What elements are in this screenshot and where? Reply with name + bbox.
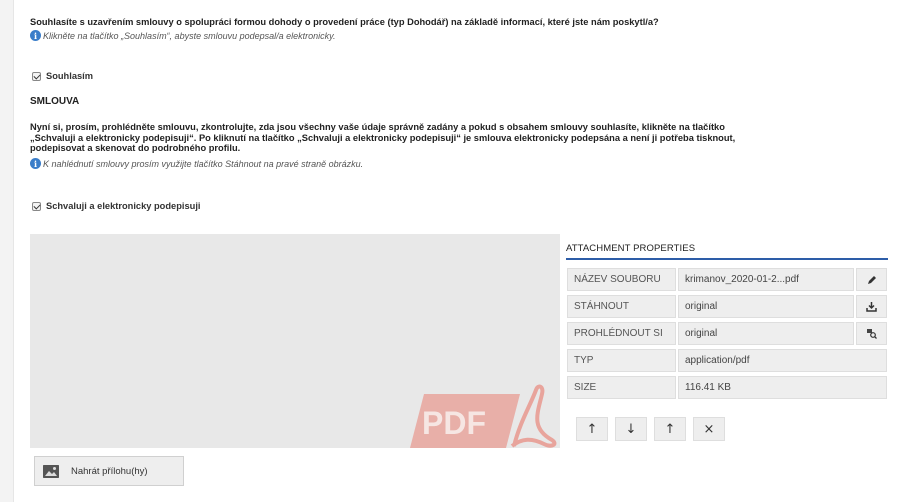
sign-checkbox[interactable] bbox=[32, 201, 41, 211]
prop-row-preview: PROHLÉDNOUT SI original bbox=[567, 322, 887, 345]
agree-checkbox[interactable] bbox=[32, 71, 41, 81]
agreement-question: Souhlasíte s uzavřením smlouvy o spolupr… bbox=[30, 17, 659, 27]
upload-attachment-button[interactable]: Nahrát přílohu(hy) bbox=[34, 456, 184, 486]
prop-row-type: TYP application/pdf bbox=[567, 349, 887, 372]
agree-label[interactable]: Souhlasím bbox=[46, 71, 93, 81]
attachment-properties: ATTACHMENT PROPERTIES NÁZEV SOUBORU krim… bbox=[560, 234, 906, 448]
preview-icon bbox=[867, 329, 877, 339]
pdf-logo-text: PDF bbox=[422, 405, 486, 441]
prop-key: TYP bbox=[567, 349, 676, 372]
prop-value[interactable]: original bbox=[678, 322, 854, 345]
prop-row-size: SIZE 116.41 KB bbox=[567, 376, 887, 399]
preview-button[interactable] bbox=[856, 322, 887, 345]
contract-title: SMLOUVA bbox=[30, 96, 80, 107]
pdf-logo-icon: PDF bbox=[410, 384, 557, 448]
contract-hint: i K nahlédnutí smlouvy prosím využijte t… bbox=[30, 158, 363, 169]
prop-value[interactable]: original bbox=[678, 295, 854, 318]
prop-key: STÁHNOUT bbox=[567, 295, 676, 318]
move-up-button[interactable]: ↑ bbox=[576, 417, 608, 441]
prop-key: PROHLÉDNOUT SI bbox=[567, 322, 676, 345]
download-icon bbox=[866, 302, 877, 312]
contract-instructions-line: podepisovat a skenovat do podrobného pro… bbox=[30, 143, 241, 153]
prop-key: SIZE bbox=[567, 376, 676, 399]
agreement-hint: i Klikněte na tlačítko „Souhlasím“, abys… bbox=[30, 30, 335, 41]
prop-value: 116.41 KB bbox=[678, 376, 887, 399]
agree-checkbox-row[interactable]: Souhlasím bbox=[32, 71, 93, 81]
prop-key: NÁZEV SOUBORU bbox=[567, 268, 676, 291]
prop-value: application/pdf bbox=[678, 349, 887, 372]
attachment-preview[interactable]: PDF bbox=[30, 234, 558, 448]
sign-checkbox-row[interactable]: Schvaluji a elektronicky podepisuji bbox=[32, 201, 200, 211]
move-down-button[interactable]: ↓ bbox=[615, 417, 647, 441]
properties-divider bbox=[566, 258, 888, 260]
prop-row-download: STÁHNOUT original bbox=[567, 295, 887, 318]
info-icon: i bbox=[30, 158, 41, 169]
info-icon: i bbox=[30, 30, 41, 41]
edit-filename-button[interactable] bbox=[856, 268, 887, 291]
contract-instructions: Nyní si, prosím, prohlédněte smlouvu, zk… bbox=[30, 122, 910, 154]
attachment-panel: PDF ATTACHMENT PROPERTIES NÁZEV SOUBORU … bbox=[30, 234, 906, 448]
contract-hint-text: K nahlédnutí smlouvy prosím využijte tla… bbox=[43, 158, 364, 169]
properties-title: ATTACHMENT PROPERTIES bbox=[566, 243, 696, 254]
contract-instructions-line: Nyní si, prosím, prohlédněte smlouvu, zk… bbox=[30, 122, 725, 132]
remove-attachment-button[interactable]: × bbox=[693, 417, 725, 441]
contract-instructions-line: „Schvaluji a elektronicky podepisuji“. P… bbox=[30, 132, 736, 143]
prop-value: krimanov_2020-01-2...pdf bbox=[678, 268, 854, 291]
prop-row-filename: NÁZEV SOUBORU krimanov_2020-01-2...pdf bbox=[567, 268, 887, 291]
move-top-button[interactable]: ↑ bbox=[654, 417, 686, 441]
image-icon bbox=[43, 464, 59, 478]
pencil-icon bbox=[867, 275, 876, 284]
agreement-hint-text: Klikněte na tlačítko „Souhlasím“, abyste… bbox=[43, 30, 336, 41]
sign-label[interactable]: Schvaluji a elektronicky podepisuji bbox=[46, 201, 200, 211]
download-button[interactable] bbox=[856, 295, 887, 318]
upload-label[interactable]: Nahrát přílohu(hy) bbox=[71, 466, 148, 477]
left-sidebar-rule bbox=[0, 0, 14, 502]
